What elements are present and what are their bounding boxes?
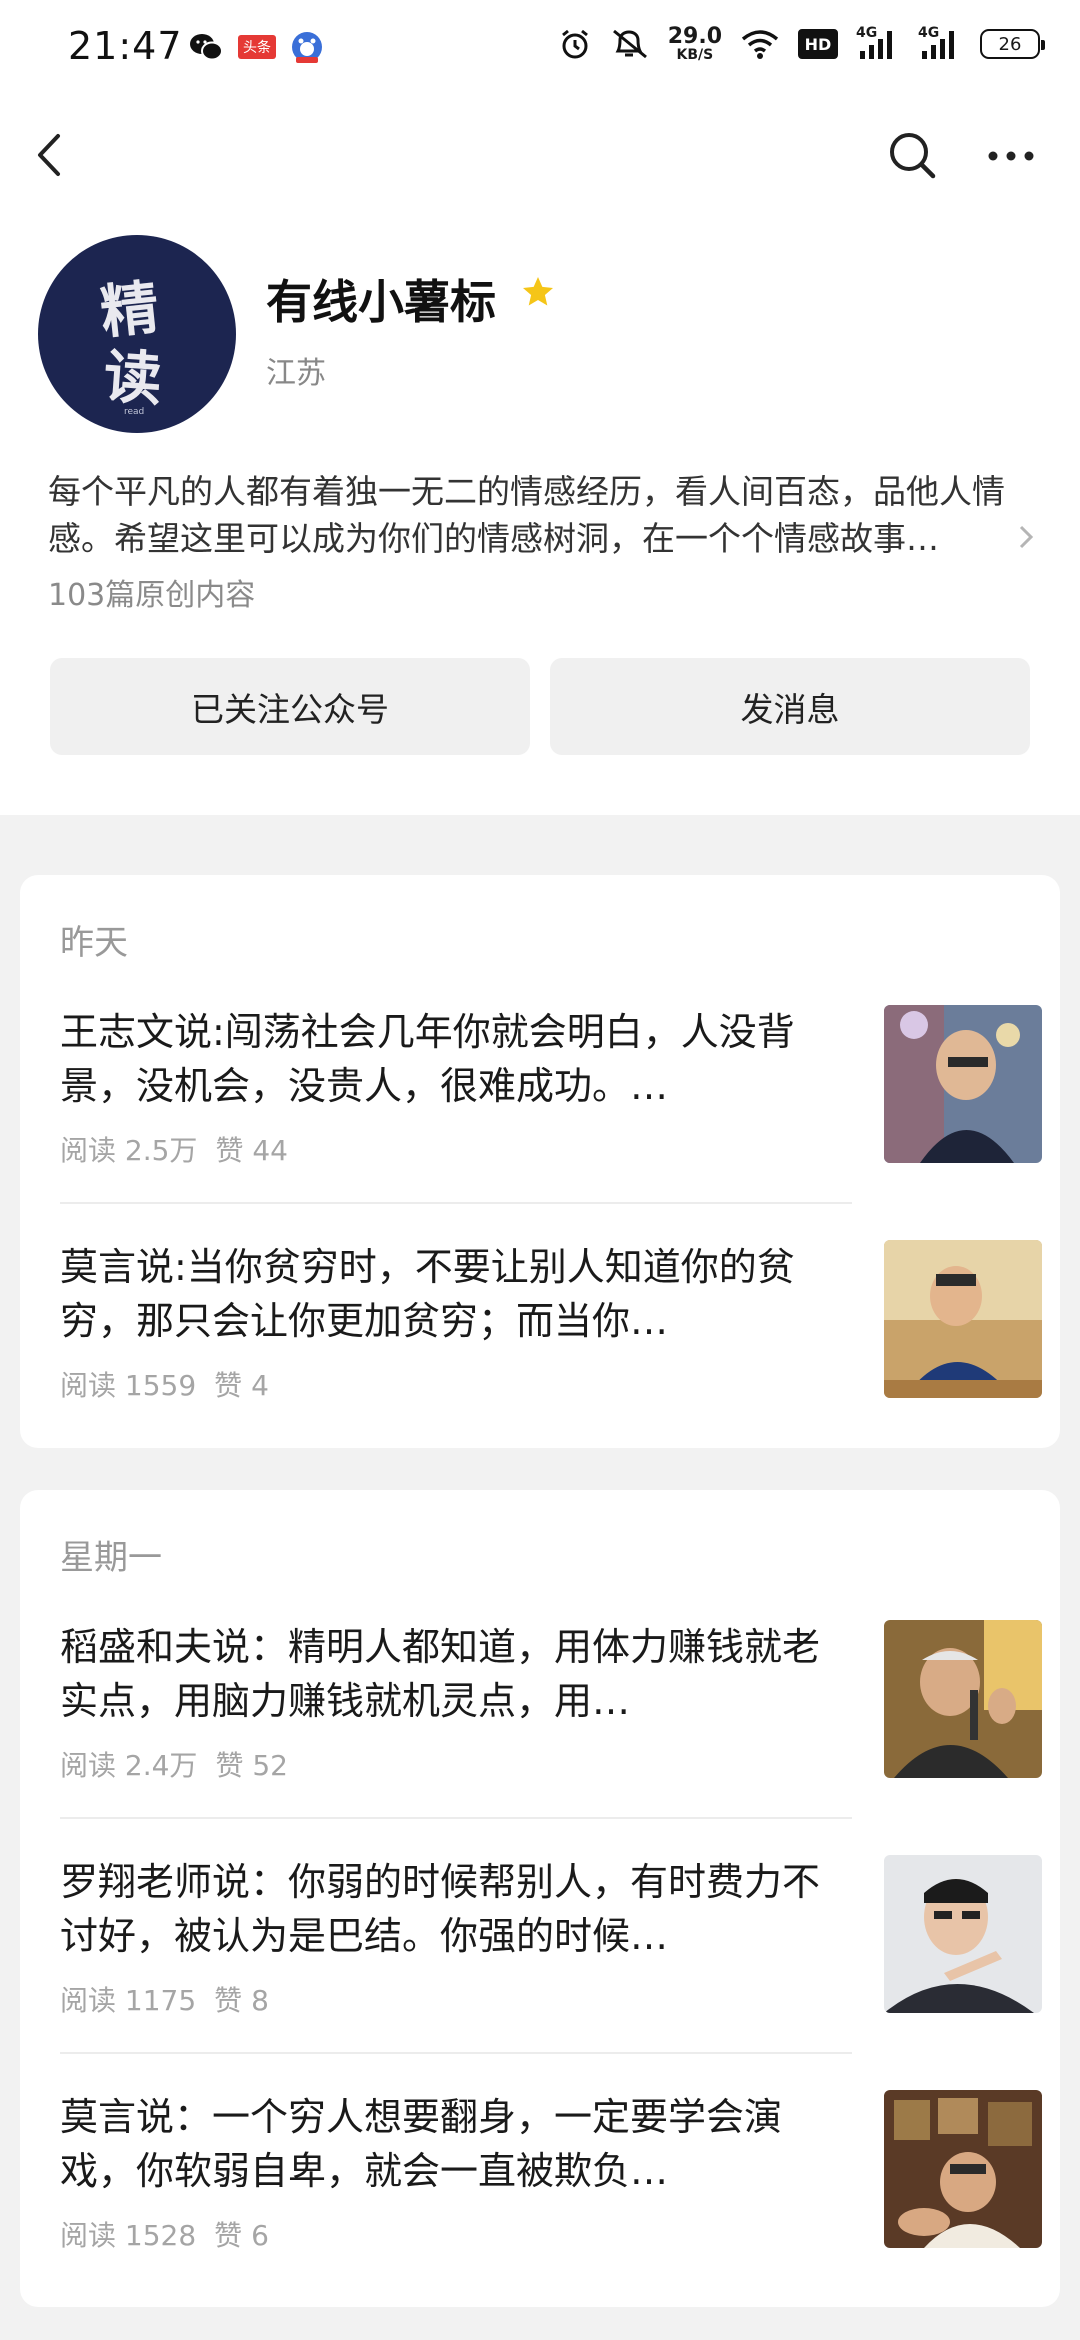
article-thumbnail <box>884 1005 1042 1163</box>
article-thumbnail <box>884 2090 1042 2248</box>
region-label: 江苏 <box>266 356 326 391</box>
search-icon[interactable] <box>885 128 941 184</box>
group-date-label: 昨天 <box>60 923 128 963</box>
article-item[interactable]: 莫言说:当你贫穷时，不要让别人知道你的贫穷，那只会让你更加贫穷；而当你… 阅读 … <box>60 1240 1060 1478</box>
article-meta: 阅读 1559 赞 4 <box>60 1369 269 1402</box>
article-meta: 阅读 2.4万赞 52 <box>60 1749 288 1782</box>
followed-button[interactable]: 已关注公众号 <box>50 658 530 755</box>
article-title: 王志文说:闯荡社会几年你就会明白，人没背景，没机会，没贵人，很难成功。… <box>60 1010 795 1108</box>
article-item[interactable]: 王志文说:闯荡社会几年你就会明白，人没背景，没机会，没贵人，很难成功。… 阅读 … <box>60 1005 1060 1243</box>
divider <box>60 1817 852 1819</box>
article-title: 莫言说：一个穷人想要翻身，一定要学会演戏，你软弱自卑，就会一直被欺负… <box>60 2095 783 2193</box>
article-title: 稻盛和夫说：精明人都知道，用体力赚钱就老实点，用脑力赚钱就机灵点，用… <box>60 1625 821 1723</box>
chevron-right-icon[interactable] <box>1016 522 1036 552</box>
group-date-label: 星期一 <box>60 1538 162 1578</box>
article-group-yesterday: 昨天 王志文说:闯荡社会几年你就会明白，人没背景，没机会，没贵人，很难成功。… … <box>20 875 1060 1448</box>
article-title: 莫言说:当你贫穷时，不要让别人知道你的贫穷，那只会让你更加贫穷；而当你… <box>60 1245 795 1343</box>
account-name: 有线小薯标 <box>266 275 496 329</box>
original-count[interactable]: 103篇原创内容 <box>48 570 255 614</box>
status-bar: 21:47 头条 29.0 KB/S HD 4G 4G 26 <box>0 0 1080 100</box>
toutiao-icon: 头条 <box>238 35 276 59</box>
article-thumbnail <box>884 1240 1042 1398</box>
status-time: 21:47 <box>68 24 183 68</box>
account-description[interactable]: 每个平凡的人都有着独一无二的情感经历，看人间百态，品他人情感。希望这里可以成为你… <box>48 468 1008 562</box>
avatar[interactable]: 精 读 read <box>38 235 236 433</box>
article-group-monday: 星期一 稻盛和夫说：精明人都知道，用体力赚钱就老实点，用脑力赚钱就机灵点，用… … <box>20 1490 1060 2307</box>
alarm-icon <box>558 27 592 61</box>
more-icon[interactable] <box>985 138 1037 174</box>
baidu-icon <box>290 30 324 64</box>
article-meta: 阅读 1528 赞 6 <box>60 2219 269 2252</box>
signal-icon-2: 4G <box>918 25 962 61</box>
article-item[interactable]: 罗翔老师说：你弱的时候帮别人，有时费力不讨好，被认为是巴结。你强的时候… 阅读 … <box>60 1855 1060 2093</box>
article-item[interactable]: 莫言说：一个穷人想要翻身，一定要学会演戏，你软弱自卑，就会一直被欺负… 阅读 1… <box>60 2090 1060 2328</box>
signal-icon: 4G <box>856 25 900 61</box>
battery-icon: 26 <box>980 29 1045 59</box>
network-speed: 29.0 KB/S <box>667 24 722 63</box>
article-meta: 阅读 1175 赞 8 <box>60 1984 269 2017</box>
back-arrow-icon[interactable] <box>28 130 68 180</box>
divider <box>60 2052 852 2054</box>
article-title: 罗翔老师说：你弱的时候帮别人，有时费力不讨好，被认为是巴结。你强的时候… <box>60 1860 821 1958</box>
article-thumbnail <box>884 1620 1042 1778</box>
article-thumbnail <box>884 1855 1042 2013</box>
wifi-icon <box>740 28 780 60</box>
mute-icon <box>610 27 650 61</box>
star-icon <box>520 274 556 310</box>
hd-icon: HD <box>798 29 838 59</box>
nav-bar <box>0 110 1080 200</box>
wechat-icon <box>188 32 224 62</box>
article-meta: 阅读 2.5万赞 44 <box>60 1134 288 1167</box>
article-item[interactable]: 稻盛和夫说：精明人都知道，用体力赚钱就老实点，用脑力赚钱就机灵点，用… 阅读 2… <box>60 1620 1060 1858</box>
send-message-button[interactable]: 发消息 <box>550 658 1030 755</box>
divider <box>60 1202 852 1204</box>
